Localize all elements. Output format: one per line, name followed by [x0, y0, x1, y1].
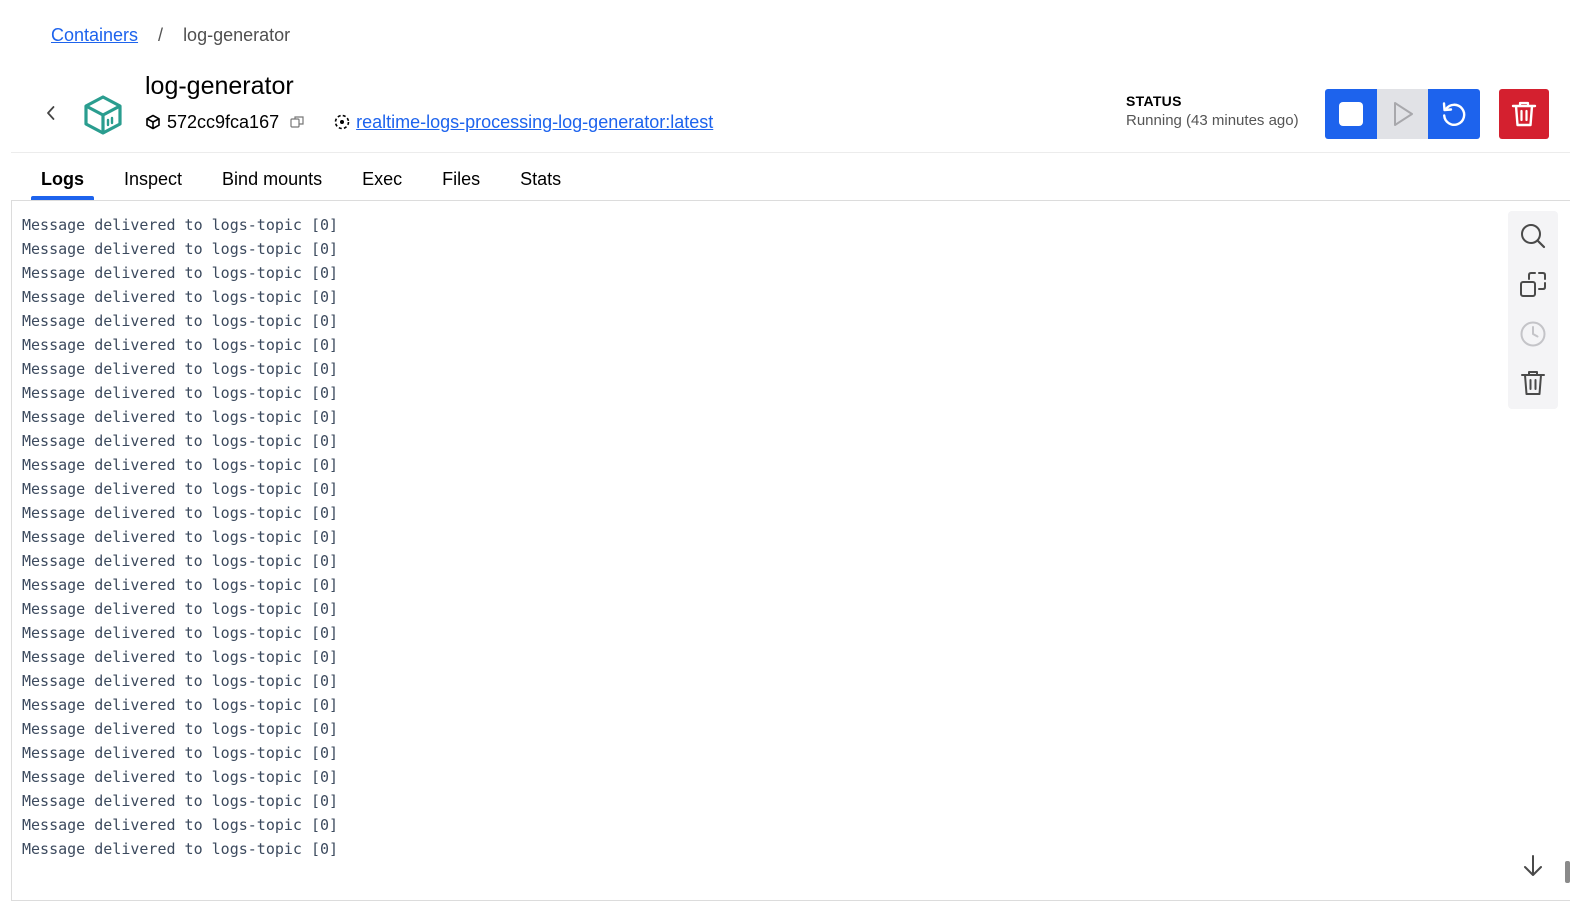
- breadcrumb-current: log-generator: [183, 24, 291, 45]
- chevron-left-icon: [47, 106, 55, 120]
- breadcrumb-containers-link[interactable]: Containers: [51, 25, 138, 46]
- container-actions: [1325, 89, 1480, 139]
- log-line: Message delivered to logs-topic [0]: [22, 696, 339, 714]
- search-logs-button[interactable]: [1508, 211, 1558, 260]
- log-line: Message delivered to logs-topic [0]: [22, 744, 339, 762]
- log-line: Message delivered to logs-topic [0]: [22, 792, 339, 810]
- log-toolbar: [1508, 211, 1558, 409]
- cube-icon: [146, 114, 160, 130]
- restart-button[interactable]: [1428, 89, 1480, 139]
- container-name: log-generator: [145, 72, 294, 100]
- breadcrumb: Containers / log-generator: [51, 22, 290, 48]
- start-button[interactable]: [1377, 89, 1428, 139]
- log-line: Message delivered to logs-topic [0]: [22, 672, 339, 690]
- clock-icon: [1520, 321, 1546, 346]
- log-line: Message delivered to logs-topic [0]: [22, 600, 339, 618]
- arrow-down-icon: [1524, 855, 1542, 876]
- log-line: Message delivered to logs-topic [0]: [22, 312, 339, 330]
- log-output: Message delivered to logs-topic [0] Messa…: [22, 213, 338, 861]
- log-line: Message delivered to logs-topic [0]: [22, 768, 339, 786]
- log-line: Message delivered to logs-topic [0]: [22, 240, 339, 258]
- tab-stats[interactable]: Stats: [510, 162, 571, 200]
- trash-icon: [1511, 101, 1537, 127]
- tab-bind-mounts[interactable]: Bind mounts: [212, 162, 332, 200]
- search-icon: [1521, 223, 1546, 248]
- log-line: Message delivered to logs-topic [0]: [22, 336, 339, 354]
- log-line: Message delivered to logs-topic [0]: [22, 840, 339, 858]
- container-id: 572cc9fca167: [167, 111, 280, 132]
- play-icon: [1393, 102, 1413, 126]
- log-line: Message delivered to logs-topic [0]: [22, 456, 339, 474]
- log-line: Message delivered to logs-topic [0]: [22, 264, 339, 282]
- scroll-to-bottom-button[interactable]: [1518, 851, 1548, 881]
- image-link[interactable]: realtime-logs-processing-log-generator:l…: [356, 112, 713, 133]
- status-label: STATUS: [1126, 93, 1182, 109]
- log-line: Message delivered to logs-topic [0]: [22, 624, 339, 642]
- log-line: Message delivered to logs-topic [0]: [22, 360, 339, 378]
- container-meta: 572cc9fca167 realtime-logs-processing-lo…: [145, 110, 713, 134]
- restart-icon: [1442, 102, 1466, 126]
- scrollbar-thumb[interactable]: [1565, 861, 1570, 883]
- clear-logs-button[interactable]: [1508, 358, 1558, 407]
- trash-icon: [1521, 370, 1545, 395]
- delete-button[interactable]: [1499, 89, 1549, 139]
- stop-button[interactable]: [1325, 89, 1377, 139]
- log-line: Message delivered to logs-topic [0]: [22, 408, 339, 426]
- container-header: log-generator 572cc9fca167 realtime-logs…: [0, 66, 1570, 152]
- container-cube-icon: [84, 95, 122, 135]
- log-line: Message delivered to logs-topic [0]: [22, 720, 339, 738]
- stop-icon: [1339, 102, 1363, 126]
- tab-bar: Logs Inspect Bind mounts Exec Files Stat…: [31, 162, 591, 200]
- log-line: Message delivered to logs-topic [0]: [22, 576, 339, 594]
- log-line: Message delivered to logs-topic [0]: [22, 552, 339, 570]
- log-scrollbar[interactable]: [1565, 211, 1570, 901]
- image-layers-icon: [334, 114, 350, 130]
- header-divider: [11, 152, 1570, 153]
- log-panel: Message delivered to logs-topic [0] Messa…: [11, 200, 1570, 901]
- log-line: Message delivered to logs-topic [0]: [22, 480, 339, 498]
- log-line: Message delivered to logs-topic [0]: [22, 216, 339, 234]
- copy-icon[interactable]: [289, 114, 305, 130]
- tab-logs[interactable]: Logs: [31, 162, 94, 200]
- log-line: Message delivered to logs-topic [0]: [22, 816, 339, 834]
- log-line: Message delivered to logs-topic [0]: [22, 288, 339, 306]
- log-line: Message delivered to logs-topic [0]: [22, 504, 339, 522]
- back-button[interactable]: [38, 100, 64, 126]
- tab-files[interactable]: Files: [432, 162, 490, 200]
- timestamps-button[interactable]: [1508, 309, 1558, 358]
- tab-exec[interactable]: Exec: [352, 162, 412, 200]
- log-line: Message delivered to logs-topic [0]: [22, 528, 339, 546]
- tab-inspect[interactable]: Inspect: [114, 162, 192, 200]
- breadcrumb-separator: /: [158, 24, 164, 45]
- log-line: Message delivered to logs-topic [0]: [22, 384, 339, 402]
- status-block: STATUS Running (43 minutes ago): [1126, 93, 1299, 129]
- copy-logs-button[interactable]: [1508, 260, 1558, 309]
- log-line: Message delivered to logs-topic [0]: [22, 648, 339, 666]
- status-value: Running (43 minutes ago): [1126, 112, 1299, 129]
- copy-icon: [1520, 271, 1546, 297]
- log-line: Message delivered to logs-topic [0]: [22, 432, 339, 450]
